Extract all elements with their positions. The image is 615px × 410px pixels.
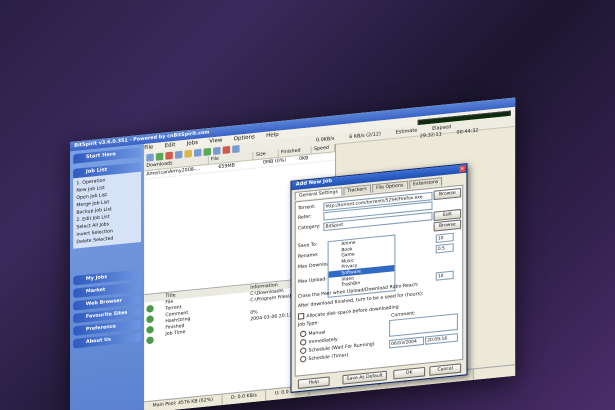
close-icon[interactable]: ×: [459, 165, 466, 173]
add-new-job-dialog: Add New Job × General Settings Trackers …: [290, 163, 468, 393]
estimate-value: 29:32:11: [419, 132, 442, 140]
browse-save-button[interactable]: Browse: [433, 219, 462, 232]
sidebar: Start Here Job List 1. Operation New Job…: [70, 144, 145, 410]
save-to-label: Save To:: [297, 242, 318, 250]
log-icon[interactable]: [146, 336, 154, 345]
elapsed-value: 00:44:32: [456, 128, 479, 136]
torrent-label: Torrent:: [297, 204, 316, 212]
type-schedule-timer-label: Schedule (Timer): [308, 353, 349, 363]
stop-icon[interactable]: [165, 151, 173, 160]
sidebar-job-list-panel: 1. Operation New Job List Open Job List …: [73, 171, 142, 249]
pause-icon[interactable]: [174, 150, 183, 159]
dialog-body: Torrent: http://torrent.com/torrents/525…: [294, 184, 464, 377]
delete-icon[interactable]: [194, 148, 202, 157]
allocate-checkbox[interactable]: [297, 312, 305, 320]
ok-button[interactable]: OK: [393, 366, 426, 380]
status-download: D: 0.0 KB/s: [222, 390, 267, 405]
scheduler-icon[interactable]: [222, 145, 231, 154]
pieces-icon[interactable]: [146, 325, 154, 334]
menu-help[interactable]: Help: [266, 132, 279, 140]
sidebar-start-here[interactable]: Start Here: [73, 147, 142, 164]
category-label: Category:: [297, 224, 321, 232]
options-icon[interactable]: [232, 144, 240, 153]
menu-jobs[interactable]: Jobs: [187, 140, 198, 147]
background-stage: BitSpirit v3.6.0.351 - Powered by cnBitS…: [0, 0, 615, 410]
app-window: BitSpirit v3.6.0.351 - Powered by cnBitS…: [70, 97, 516, 410]
refer-label: Refer:: [297, 214, 312, 222]
up-icon[interactable]: [203, 147, 211, 156]
cancel-button[interactable]: Cancel: [429, 363, 462, 376]
browse-torrent-button[interactable]: Browse: [433, 187, 462, 201]
menu-edit[interactable]: Edit: [165, 142, 176, 149]
rename-label: Rename:: [297, 252, 319, 260]
new-job-icon[interactable]: [146, 153, 154, 162]
type-manual-label: Manual: [308, 330, 326, 338]
spin-max-download[interactable]: 10: [435, 232, 454, 243]
max-upload-label: Max Upload:: [297, 276, 327, 286]
down-icon[interactable]: [213, 146, 221, 155]
start-icon[interactable]: [155, 152, 164, 161]
schedule-time-input[interactable]: 20:09:16: [425, 333, 458, 345]
info-icon[interactable]: [146, 304, 154, 313]
allocate-label: Allocate disk space before downloading: [306, 304, 399, 320]
job-speed: 0KB: [298, 155, 309, 163]
help-button[interactable]: Help: [297, 376, 330, 390]
peers-icon[interactable]: [146, 315, 154, 324]
save-as-default-button[interactable]: Save As Default: [342, 370, 387, 385]
schedule-date-input[interactable]: 06/03/2004: [389, 336, 425, 349]
details-icons: [144, 301, 157, 347]
folder-icon[interactable]: [184, 149, 192, 158]
menu-file[interactable]: File: [144, 144, 153, 151]
job-type-label: Job Type:: [297, 320, 319, 329]
spin-ratio[interactable]: 0.5: [435, 243, 454, 254]
